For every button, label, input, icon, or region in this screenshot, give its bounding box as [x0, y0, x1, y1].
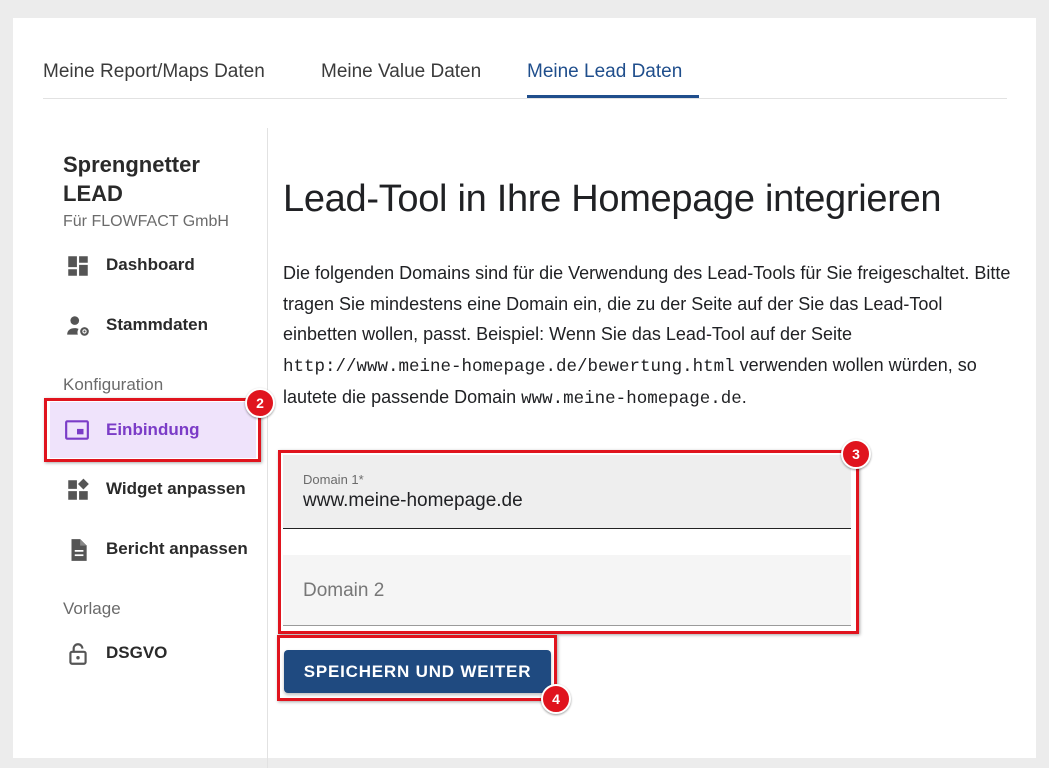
sidebar-title: Sprengnetter LEAD — [63, 152, 200, 206]
document-icon — [71, 539, 87, 561]
sidebar-subtitle: Für FLOWFACT GmbH — [63, 213, 229, 230]
sidebar-item-stammdaten[interactable]: Stammdaten — [63, 305, 253, 345]
page-title: Lead-Tool in Ihre Homepage integrieren — [283, 178, 942, 220]
content-card: Meine Report/Maps Daten Meine Value Date… — [13, 18, 1036, 768]
widgets-icon — [68, 478, 89, 500]
tab-value-daten[interactable]: Meine Value Daten — [321, 61, 481, 83]
sidebar-item-bericht-anpassen[interactable]: Bericht anpassen — [63, 529, 253, 569]
annotation-badge-2: 2 — [245, 388, 275, 418]
section-label-konfiguration: Konfiguration — [63, 375, 164, 394]
sidebar-item-label: DSGVO — [106, 643, 168, 662]
annotation-badge-3: 3 — [841, 439, 871, 469]
sidebar-item-dsgvo[interactable]: DSGVO — [63, 633, 253, 673]
sidebar-item-label: Stammdaten — [106, 315, 209, 334]
tab-bar: Meine Report/Maps Daten Meine Value Date… — [43, 18, 1007, 99]
description-text: . — [741, 387, 747, 407]
page-description: Die folgenden Domains sind für die Verwe… — [283, 258, 1013, 415]
example-url: http://www.meine-homepage.de/bewertung.h… — [283, 356, 735, 377]
highlight-box-save — [277, 635, 557, 701]
annotation-badge-4: 4 — [541, 684, 571, 714]
description-text: Die folgenden Domains sind für die Verwe… — [283, 263, 1011, 344]
highlight-box-einbindung — [44, 398, 261, 462]
tab-report-maps-daten[interactable]: Meine Report/Maps Daten — [43, 61, 265, 83]
sidebar-item-label: Dashboard — [106, 255, 195, 274]
sidebar-item-label: Widget anpassen — [106, 479, 246, 498]
dashboard-icon — [68, 256, 88, 276]
highlight-box-domains — [278, 450, 859, 634]
user-settings-icon — [67, 316, 89, 336]
example-domain: www.meine-homepage.de — [521, 389, 742, 409]
sidebar-item-dashboard[interactable]: Dashboard — [63, 245, 253, 285]
sidebar-divider — [267, 128, 268, 768]
lock-open-icon — [69, 643, 87, 665]
active-tab-indicator — [527, 95, 699, 98]
tab-lead-daten[interactable]: Meine Lead Daten — [527, 61, 682, 83]
sidebar-item-widget-anpassen[interactable]: Widget anpassen — [63, 469, 253, 509]
sidebar-item-label: Bericht anpassen — [106, 539, 248, 558]
section-label-vorlage: Vorlage — [63, 599, 121, 618]
